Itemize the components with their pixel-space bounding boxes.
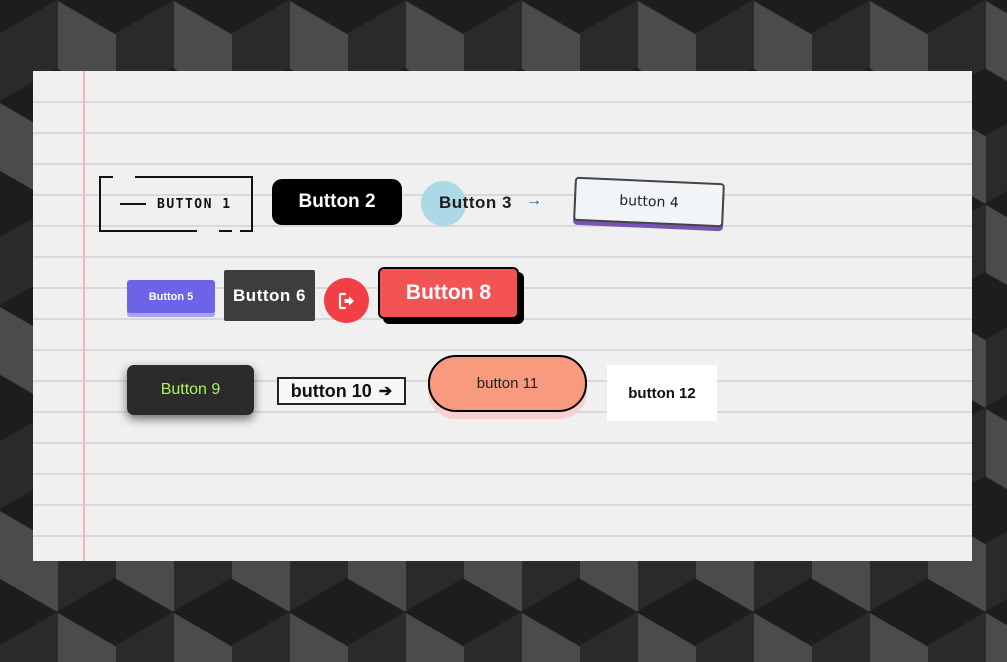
button-6-label: Button 6 (233, 285, 306, 305)
button-5[interactable]: Button 5 (127, 280, 215, 313)
lined-paper-panel: BUTTON 1 Button 2 Button 3 → button 4 Bu… (33, 71, 972, 561)
button-1-label: BUTTON 1 (157, 197, 232, 212)
paper-margin-line (83, 71, 85, 561)
border-gap (197, 229, 219, 233)
button-9-label: Button 9 (160, 381, 221, 398)
button-12-label: button 12 (628, 384, 696, 402)
arrow-right-icon: → (526, 192, 542, 209)
button-2-label: Button 2 (298, 191, 376, 212)
button-3-label: Button 3 (439, 193, 512, 212)
dash-line-icon (120, 203, 146, 205)
button-8-label: Button 8 (405, 281, 492, 304)
button-10[interactable]: button 10 ➔ (277, 377, 406, 405)
border-gap (113, 175, 135, 179)
button-12[interactable]: button 12 (607, 365, 717, 421)
button-2[interactable]: Button 2 (272, 179, 402, 225)
button-11-label: button 11 (476, 375, 539, 392)
button-4[interactable]: button 4 (573, 176, 725, 228)
button-6[interactable]: Button 6 (224, 270, 315, 321)
button-7-logout[interactable] (324, 278, 369, 323)
button-5-label: Button 5 (148, 290, 194, 303)
sign-out-icon (338, 292, 354, 309)
arrow-right-icon: ➔ (378, 383, 393, 400)
button-10-label: button 10 (290, 380, 372, 401)
border-gap (232, 229, 240, 233)
button-4-label: button 4 (618, 192, 680, 212)
button-3[interactable]: Button 3 → (421, 181, 551, 227)
button-1[interactable]: BUTTON 1 (99, 175, 253, 233)
button-8[interactable]: Button 8 (378, 267, 519, 319)
button-11[interactable]: button 11 (428, 355, 587, 412)
button-9[interactable]: Button 9 (127, 365, 254, 415)
